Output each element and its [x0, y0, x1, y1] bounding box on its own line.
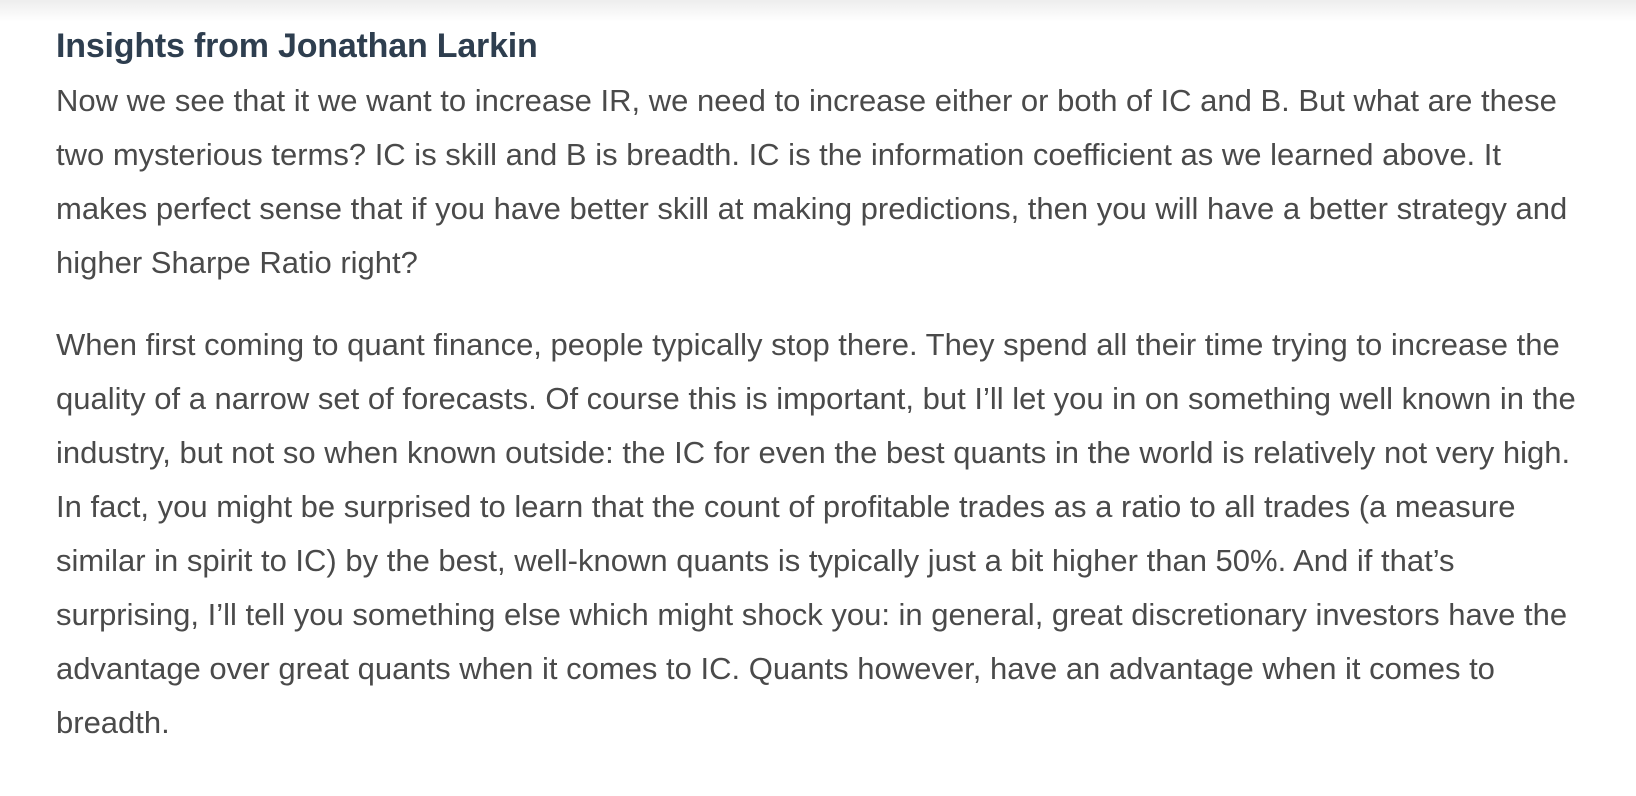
article-page: Insights from Jonathan Larkin Now we see… [0, 0, 1636, 796]
paragraph-quant-ic-breadth: When first coming to quant finance, peop… [56, 327, 1576, 740]
header-shadow [0, 0, 1636, 22]
paragraph-ir-skill-breadth: Now we see that it we want to increase I… [56, 83, 1568, 280]
section-heading: Insights from Jonathan Larkin [56, 27, 538, 65]
